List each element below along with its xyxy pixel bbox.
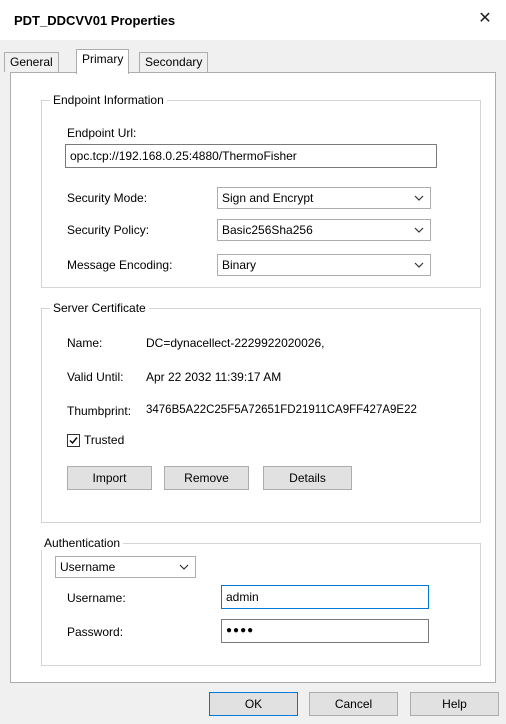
- cert-name-value: DC=dynacellect-2229922020026,: [146, 336, 325, 350]
- cert-valid-label: Valid Until:: [67, 370, 124, 384]
- chevron-down-icon: [414, 227, 424, 233]
- chevron-down-icon: [414, 195, 424, 201]
- trusted-checkbox[interactable]: [67, 434, 80, 447]
- cancel-button[interactable]: Cancel: [309, 692, 398, 716]
- server-certificate-group-title: Server Certificate: [50, 301, 149, 315]
- message-encoding-value: Binary: [222, 258, 257, 272]
- close-button[interactable]: ✕: [474, 8, 496, 30]
- endpoint-group-title: Endpoint Information: [50, 93, 167, 107]
- close-icon: ✕: [478, 10, 492, 27]
- tab-primary[interactable]: Primary: [76, 49, 130, 74]
- username-input[interactable]: admin: [221, 585, 429, 609]
- checkmark-icon: [69, 437, 78, 445]
- auth-type-value: Username: [60, 560, 116, 574]
- title-bar: PDT_DDCVV01 Properties ✕: [0, 0, 506, 40]
- message-encoding-label: Message Encoding:: [67, 258, 173, 272]
- remove-button[interactable]: Remove: [164, 466, 249, 490]
- help-button[interactable]: Help: [410, 692, 499, 716]
- auth-type-select[interactable]: Username: [55, 556, 196, 578]
- security-policy-value: Basic256Sha256: [222, 223, 313, 237]
- cert-thumbprint-label: Thumbprint:: [67, 404, 132, 418]
- cert-thumbprint-value: 3476B5A22C25F5A72651FD21911CA9FF427A9E22: [146, 404, 417, 416]
- import-button[interactable]: Import: [67, 466, 152, 490]
- endpoint-url-label: Endpoint Url:: [67, 126, 137, 140]
- security-mode-value: Sign and Encrypt: [222, 191, 314, 205]
- security-policy-label: Security Policy:: [67, 223, 150, 237]
- chevron-down-icon: [179, 564, 189, 570]
- trusted-label: Trusted: [84, 433, 125, 447]
- details-button[interactable]: Details: [263, 466, 352, 490]
- tab-panel-primary: Endpoint Information Endpoint Url: opc.t…: [10, 72, 496, 683]
- message-encoding-select[interactable]: Binary: [217, 254, 431, 276]
- ok-button[interactable]: OK: [209, 692, 298, 716]
- security-mode-label: Security Mode:: [67, 191, 148, 205]
- tab-general[interactable]: General: [4, 52, 59, 72]
- chevron-down-icon: [414, 262, 424, 268]
- password-label: Password:: [67, 625, 124, 639]
- security-policy-select[interactable]: Basic256Sha256: [217, 219, 431, 241]
- tab-secondary[interactable]: Secondary: [139, 52, 209, 72]
- username-label: Username:: [67, 591, 126, 605]
- cert-name-label: Name:: [67, 336, 103, 350]
- password-input[interactable]: ●●●●: [221, 619, 429, 643]
- window-title: PDT_DDCVV01 Properties: [14, 13, 176, 28]
- authentication-group-title: Authentication: [41, 536, 124, 550]
- cert-valid-value: Apr 22 2032 11:39:17 AM: [146, 370, 282, 384]
- endpoint-url-input[interactable]: opc.tcp://192.168.0.25:4880/ThermoFisher: [65, 144, 437, 168]
- security-mode-select[interactable]: Sign and Encrypt: [217, 187, 431, 209]
